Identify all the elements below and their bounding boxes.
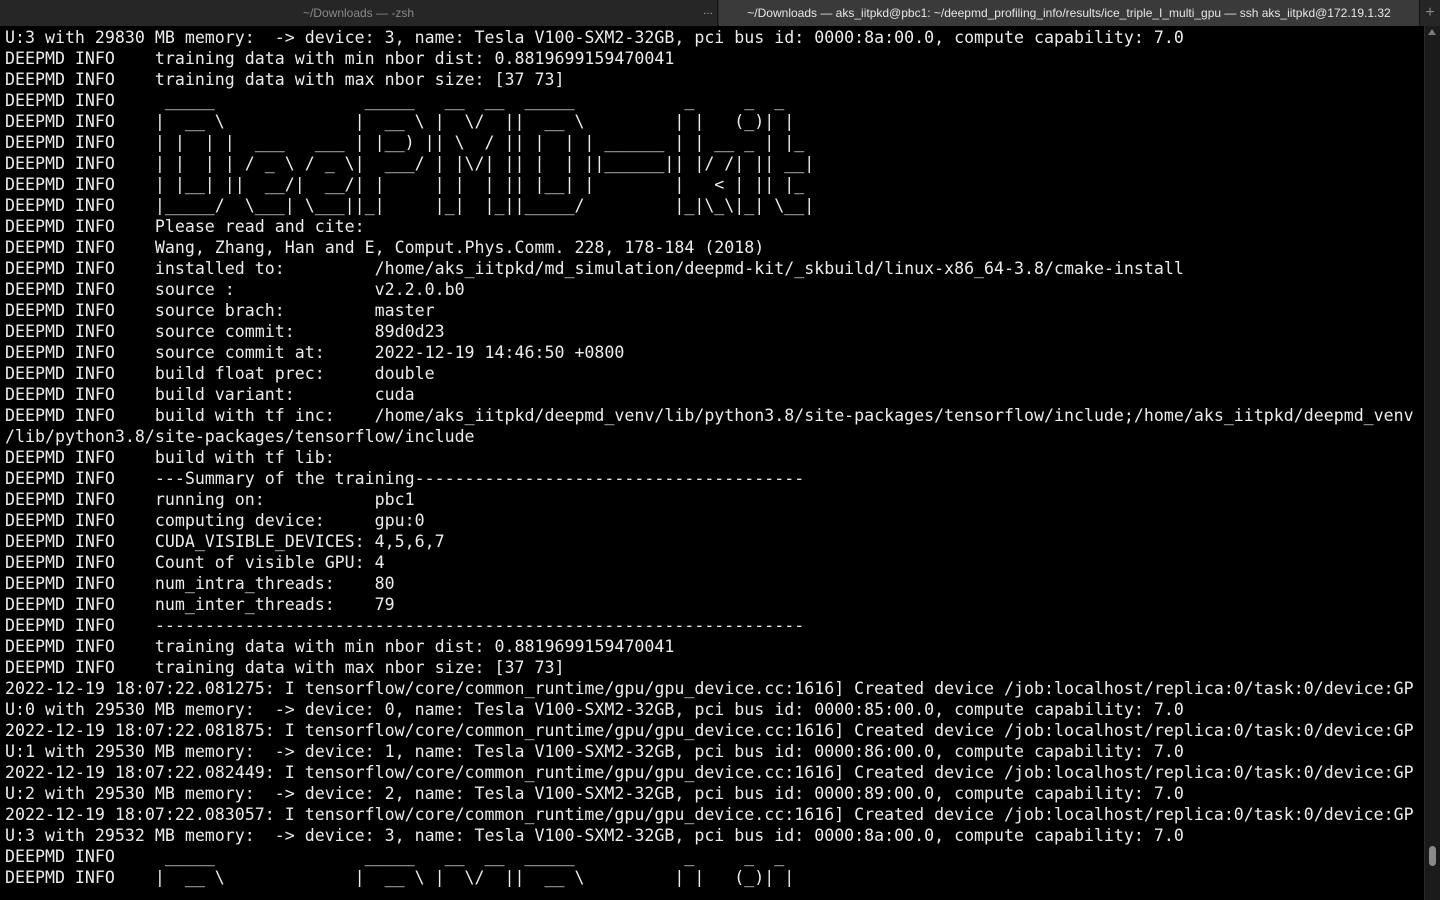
terminal-line: DEEPMD INFO | __ \ | __ \ | \/ || __ \ |…: [5, 868, 795, 887]
terminal-line: DEEPMD INFO | | | | ___ ___ | |__) || \ …: [5, 133, 805, 152]
new-tab-button[interactable]: +: [1419, 0, 1440, 26]
terminal-line: U:3 with 29532 MB memory: -> device: 3, …: [5, 826, 1184, 845]
terminal-line: U:0 with 29530 MB memory: -> device: 0, …: [5, 700, 1184, 719]
terminal-line: DEEPMD INFO source commit: 89d0d23: [5, 322, 445, 341]
tab-overflow-icon[interactable]: ...: [703, 0, 713, 23]
tab-zsh[interactable]: ~/Downloads — -zsh ...: [0, 0, 718, 26]
terminal-line: DEEPMD INFO CUDA_VISIBLE_DEVICES: 4,5,6,…: [5, 532, 445, 551]
tab-ssh[interactable]: ~/Downloads — aks_iitpkd@pbc1: ~/deepmd_…: [719, 0, 1419, 26]
terminal-line: DEEPMD INFO ---Summary of the training--…: [5, 469, 805, 488]
terminal-line: DEEPMD INFO training data with max nbor …: [5, 658, 565, 677]
terminal-output[interactable]: U:3 with 29830 MB memory: -> device: 3, …: [0, 26, 1424, 900]
terminal-line: 2022-12-19 18:07:22.083057: I tensorflow…: [5, 805, 1414, 824]
terminal-line: 2022-12-19 18:07:22.081275: I tensorflow…: [5, 679, 1414, 698]
terminal-line: DEEPMD INFO num_intra_threads: 80: [5, 574, 395, 593]
terminal-line: DEEPMD INFO source : v2.2.0.b0: [5, 280, 465, 299]
tab-ssh-title: ~/Downloads — aks_iitpkd@pbc1: ~/deepmd_…: [747, 6, 1391, 20]
terminal-line: DEEPMD INFO source brach: master: [5, 301, 435, 320]
terminal-line: DEEPMD INFO ----------------------------…: [5, 616, 805, 635]
tab-bar: ~/Downloads — -zsh ... ~/Downloads — aks…: [0, 0, 1440, 26]
terminal-lines: U:3 with 29830 MB memory: -> device: 3, …: [5, 27, 1414, 888]
terminal-window: ~/Downloads — -zsh ... ~/Downloads — aks…: [0, 0, 1440, 900]
terminal-scrollbar[interactable]: [1424, 26, 1440, 900]
terminal-line: 2022-12-19 18:07:22.081875: I tensorflow…: [5, 721, 1414, 740]
terminal-line: DEEPMD INFO training data with max nbor …: [5, 70, 565, 89]
terminal-line: DEEPMD INFO training data with min nbor …: [5, 637, 675, 656]
terminal-line: DEEPMD INFO training data with min nbor …: [5, 49, 675, 68]
terminal-line: DEEPMD INFO num_inter_threads: 79: [5, 595, 395, 614]
terminal-line: DEEPMD INFO | |__| || __/| __/| | | | | …: [5, 175, 805, 194]
terminal-line: DEEPMD INFO | | | | / _ \ / _ \| ___/ | …: [5, 154, 815, 173]
scroll-up-icon[interactable]: [1428, 29, 1436, 35]
terminal-line: /lib/python3.8/site-packages/tensorflow/…: [5, 427, 475, 446]
terminal-line: DEEPMD INFO Please read and cite:: [5, 217, 365, 236]
terminal-line: U:1 with 29530 MB memory: -> device: 1, …: [5, 742, 1184, 761]
terminal-line: DEEPMD INFO build float prec: double: [5, 364, 435, 383]
terminal-line: DEEPMD INFO _____ _____ __ __ _____ _ _ …: [5, 91, 785, 110]
terminal-line: U:3 with 29830 MB memory: -> device: 3, …: [5, 28, 1184, 47]
terminal-line: DEEPMD INFO computing device: gpu:0: [5, 511, 425, 530]
terminal-line: DEEPMD INFO installed to: /home/aks_iitp…: [5, 259, 1184, 278]
terminal-line: DEEPMD INFO build variant: cuda: [5, 385, 415, 404]
terminal-line: 2022-12-19 18:07:22.082449: I tensorflow…: [5, 763, 1414, 782]
terminal-line: DEEPMD INFO Count of visible GPU: 4: [5, 553, 385, 572]
terminal-line: DEEPMD INFO |_____/ \___| \___||_| |_| |…: [5, 196, 815, 215]
terminal-line: DEEPMD INFO build with tf inc: /home/aks…: [5, 406, 1414, 425]
scrollbar-thumb[interactable]: [1429, 846, 1436, 866]
terminal-line: DEEPMD INFO running on: pbc1: [5, 490, 415, 509]
terminal-line: DEEPMD INFO | __ \ | __ \ | \/ || __ \ |…: [5, 112, 795, 131]
terminal-line: U:2 with 29530 MB memory: -> device: 2, …: [5, 784, 1184, 803]
tab-zsh-title: ~/Downloads — -zsh: [302, 6, 415, 20]
terminal-line: DEEPMD INFO build with tf lib:: [5, 448, 335, 467]
terminal-line: DEEPMD INFO Wang, Zhang, Han and E, Comp…: [5, 238, 765, 257]
terminal-line: DEEPMD INFO _____ _____ __ __ _____ _ _ …: [5, 847, 785, 866]
terminal-line: DEEPMD INFO source commit at: 2022-12-19…: [5, 343, 625, 362]
